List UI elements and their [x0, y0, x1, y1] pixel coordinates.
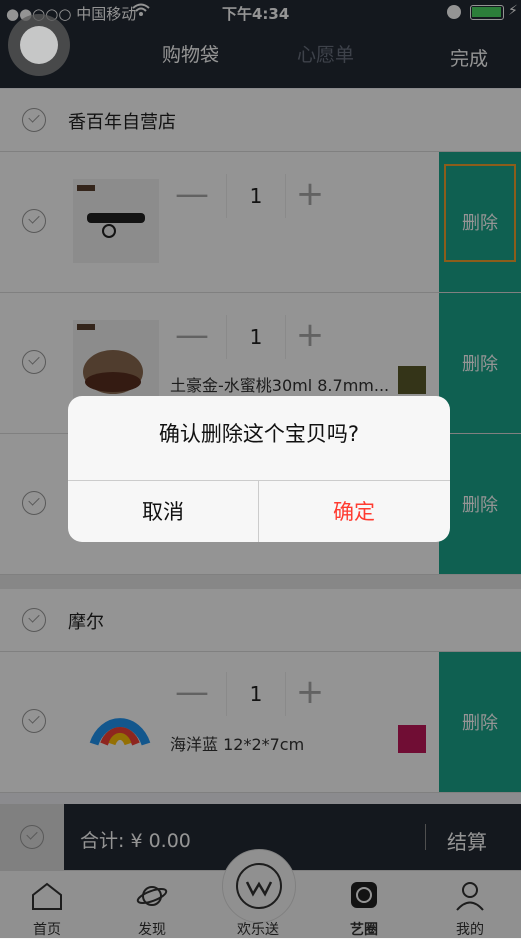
cancel-button[interactable]: 取消 — [68, 481, 258, 542]
dialog-title: 确认删除这个宝贝吗? — [158, 422, 360, 446]
assistive-touch-button[interactable] — [8, 14, 70, 76]
dialog-buttons: 取消 确定 — [68, 480, 450, 542]
confirm-button[interactable]: 确定 — [259, 481, 449, 542]
confirm-delete-dialog: 确认删除这个宝贝吗? 取消 确定 — [68, 396, 450, 542]
